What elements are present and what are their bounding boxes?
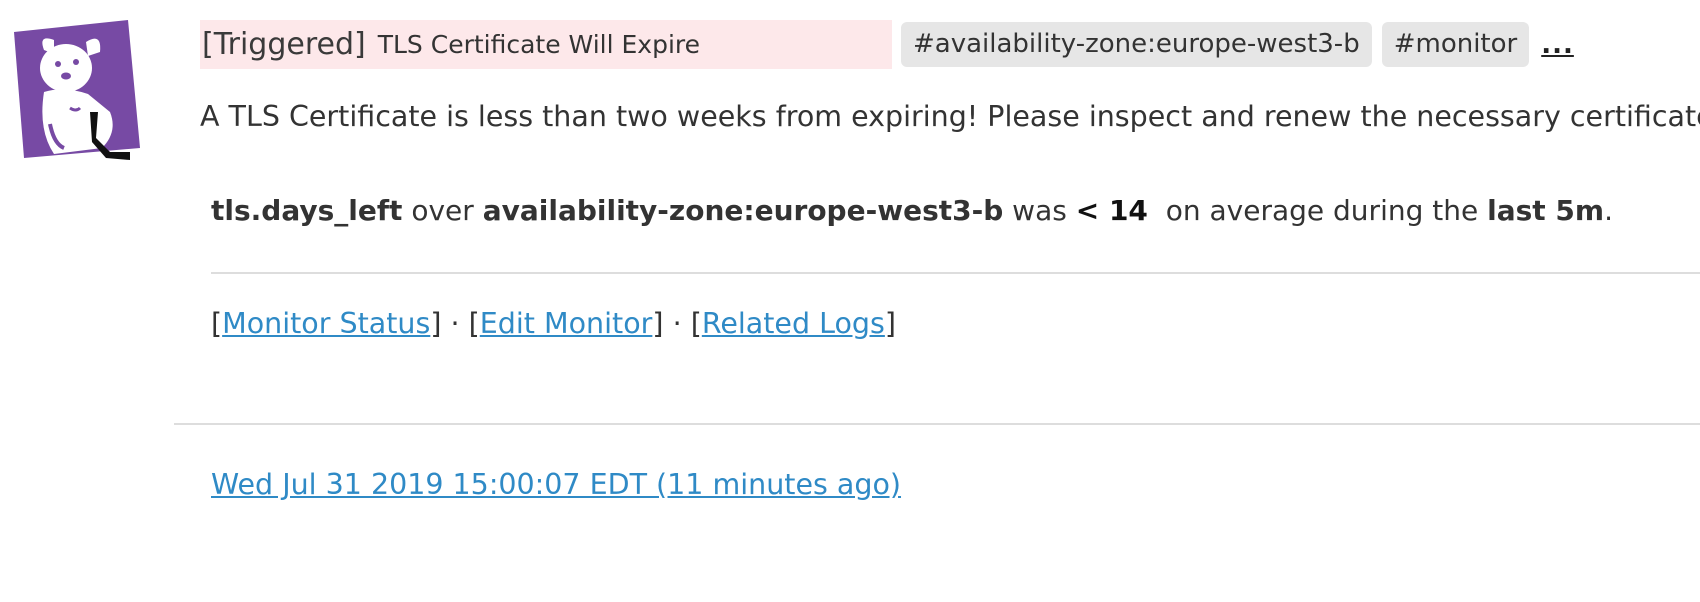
bracket-open: [ (690, 307, 702, 340)
more-tags-link[interactable]: ... (1541, 30, 1574, 60)
edit-monitor-link[interactable]: Edit Monitor (480, 307, 653, 340)
monitor-status-link[interactable]: Monitor Status (222, 307, 430, 340)
bracket-close: ] (652, 307, 664, 340)
alert-title-box: [Triggered] TLS Certificate Will Expire (200, 20, 892, 69)
tag-availability-zone[interactable]: #availability-zone:europe-west3-b (901, 22, 1372, 67)
link-separator: · (672, 307, 682, 340)
related-logs-link[interactable]: Related Logs (702, 307, 885, 340)
divider (211, 272, 1700, 274)
over-word: over (411, 194, 474, 227)
alert-status: [Triggered] (202, 27, 366, 62)
timestamp-link[interactable]: Wed Jul 31 2019 15:00:07 EDT (11 minutes… (211, 468, 901, 501)
alert-condition: tls.days_left over availability-zone:eur… (211, 194, 1613, 227)
datadog-logo-icon (14, 20, 140, 170)
alert-title: TLS Certificate Will Expire (377, 30, 701, 59)
alert-description: A TLS Certificate is less than two weeks… (200, 100, 1700, 133)
period: . (1604, 194, 1613, 227)
threshold: < 14 (1075, 194, 1148, 227)
metric-name: tls.days_left (211, 194, 403, 227)
tag-monitor[interactable]: #monitor (1381, 22, 1530, 67)
monitor-links: [Monitor Status] · [Edit Monitor] · [Rel… (211, 307, 896, 340)
scope: availability-zone:europe-west3-b (482, 194, 1004, 227)
link-separator: · (450, 307, 460, 340)
bracket-open: [ (468, 307, 480, 340)
average-phrase: on average during the (1165, 194, 1479, 227)
time-window: last 5m (1487, 194, 1605, 227)
alert-header: [Triggered] TLS Certificate Will Expire … (200, 20, 1574, 69)
was-word: was (1012, 194, 1067, 227)
divider (174, 423, 1700, 425)
bracket-open: [ (211, 307, 223, 340)
bracket-close: ] (430, 307, 442, 340)
bracket-close: ] (884, 307, 896, 340)
